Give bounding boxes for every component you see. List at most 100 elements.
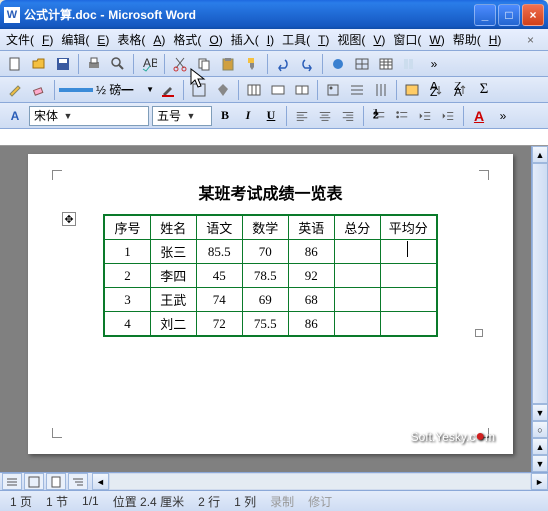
status-record[interactable]: 录制 bbox=[270, 493, 294, 510]
document-title[interactable]: 某班考试成绩一览表 bbox=[58, 180, 483, 204]
autoformat-button[interactable] bbox=[401, 79, 423, 101]
menu-help[interactable]: 帮助(H) bbox=[453, 31, 502, 48]
toolbar-more-icon[interactable]: » bbox=[423, 53, 445, 75]
scroll-left-button[interactable]: ◄ bbox=[92, 473, 109, 490]
sep bbox=[238, 80, 239, 100]
italic-button[interactable]: I bbox=[238, 106, 258, 126]
menu-table[interactable]: 表格(A) bbox=[117, 31, 165, 48]
table-move-handle[interactable]: ✥ bbox=[62, 212, 76, 226]
horizontal-ruler[interactable] bbox=[0, 129, 548, 146]
outline-view-button[interactable] bbox=[68, 473, 88, 490]
close-button[interactable]: × bbox=[522, 4, 544, 26]
menu-insert[interactable]: 插入(I) bbox=[231, 31, 274, 48]
status-track[interactable]: 修订 bbox=[308, 493, 332, 510]
menu-window[interactable]: 窗口(W) bbox=[393, 31, 444, 48]
col-header[interactable]: 姓名 bbox=[150, 215, 196, 240]
next-page-button[interactable]: ▼ bbox=[532, 455, 548, 472]
increase-indent-button[interactable] bbox=[438, 106, 458, 126]
insert-table-button[interactable] bbox=[375, 53, 397, 75]
split-cells-button[interactable] bbox=[291, 79, 313, 101]
sep bbox=[396, 80, 397, 100]
col-header[interactable]: 语文 bbox=[196, 215, 242, 240]
copy-button[interactable] bbox=[193, 53, 215, 75]
toolbar-more-icon[interactable]: » bbox=[492, 105, 514, 127]
print-layout-button[interactable] bbox=[46, 473, 66, 490]
merge-cells-button[interactable] bbox=[267, 79, 289, 101]
spellcheck-button[interactable]: AB bbox=[138, 53, 160, 75]
scroll-right-button[interactable]: ► bbox=[531, 473, 548, 490]
page: ✥ 某班考试成绩一览表 序号 姓名 语文 数学 英语 总分 平均分 1张三85.… bbox=[28, 154, 513, 454]
bold-button[interactable]: B bbox=[215, 106, 235, 126]
menu-tools[interactable]: 工具(T) bbox=[282, 31, 329, 48]
status-col: 1 列 bbox=[234, 493, 256, 510]
table-resize-handle[interactable] bbox=[475, 329, 483, 337]
menu-view[interactable]: 视图(V) bbox=[337, 31, 385, 48]
scroll-thumb[interactable] bbox=[532, 163, 548, 404]
col-header[interactable]: 总分 bbox=[334, 215, 380, 240]
col-header[interactable]: 数学 bbox=[242, 215, 288, 240]
maximize-button[interactable]: □ bbox=[498, 4, 520, 26]
autosum-button[interactable]: Σ bbox=[473, 79, 495, 101]
prev-page-button[interactable]: ▲ bbox=[532, 438, 548, 455]
shading-button[interactable] bbox=[212, 79, 234, 101]
style-icon[interactable]: A bbox=[4, 105, 26, 127]
outside-border-button[interactable] bbox=[188, 79, 210, 101]
menubar-close-icon[interactable]: × bbox=[527, 33, 534, 47]
insert-table2-button[interactable] bbox=[243, 79, 265, 101]
decrease-indent-button[interactable] bbox=[415, 106, 435, 126]
sort-desc-button[interactable]: ZA bbox=[449, 79, 471, 101]
underline-button[interactable]: U bbox=[261, 106, 281, 126]
line-weight-dropdown[interactable]: ½ 磅━ ▼ bbox=[95, 79, 155, 101]
sep bbox=[286, 106, 287, 126]
hscroll-track[interactable] bbox=[109, 473, 531, 490]
open-button[interactable] bbox=[28, 53, 50, 75]
tables-borders-button[interactable] bbox=[351, 53, 373, 75]
columns-button[interactable] bbox=[399, 53, 421, 75]
eraser-button[interactable] bbox=[28, 79, 50, 101]
save-button[interactable] bbox=[52, 53, 74, 75]
col-header[interactable]: 序号 bbox=[104, 215, 150, 240]
undo-button[interactable] bbox=[272, 53, 294, 75]
line-color-swatch[interactable] bbox=[59, 88, 93, 92]
numbering-button[interactable]: 12 bbox=[369, 106, 389, 126]
web-view-button[interactable] bbox=[24, 473, 44, 490]
align-button[interactable] bbox=[322, 79, 344, 101]
hyperlink-button[interactable] bbox=[327, 53, 349, 75]
vertical-scrollbar[interactable]: ▲ ▼ ○ ▲ ▼ bbox=[531, 146, 548, 472]
print-button[interactable] bbox=[83, 53, 105, 75]
horizontal-scrollbar[interactable]: ◄ ► bbox=[92, 473, 548, 490]
distribute-rows-button[interactable] bbox=[346, 79, 368, 101]
col-header[interactable]: 平均分 bbox=[380, 215, 437, 240]
scroll-up-button[interactable]: ▲ bbox=[532, 146, 548, 163]
scroll-down-button[interactable]: ▼ bbox=[532, 404, 548, 421]
distribute-cols-button[interactable] bbox=[370, 79, 392, 101]
draw-table-button[interactable] bbox=[4, 79, 26, 101]
grades-table[interactable]: 序号 姓名 语文 数学 英语 总分 平均分 1张三85.57086 2李四457… bbox=[103, 214, 438, 337]
cut-button[interactable] bbox=[169, 53, 191, 75]
document-scroll[interactable]: ✥ 某班考试成绩一览表 序号 姓名 语文 数学 英语 总分 平均分 1张三85.… bbox=[0, 146, 531, 472]
bullets-button[interactable] bbox=[392, 106, 412, 126]
format-painter-button[interactable] bbox=[241, 53, 263, 75]
standard-toolbar: AB » bbox=[0, 51, 548, 77]
align-right-button[interactable] bbox=[338, 106, 358, 126]
browse-object-button[interactable]: ○ bbox=[532, 421, 548, 438]
minimize-button[interactable]: _ bbox=[474, 4, 496, 26]
new-doc-button[interactable] bbox=[4, 53, 26, 75]
font-color-button[interactable]: A bbox=[469, 106, 489, 126]
align-left-button[interactable] bbox=[292, 106, 312, 126]
font-combo[interactable]: 宋体▼ bbox=[29, 106, 149, 126]
border-color-button[interactable] bbox=[157, 79, 179, 101]
sort-asc-button[interactable]: AZ bbox=[425, 79, 447, 101]
preview-button[interactable] bbox=[107, 53, 129, 75]
menu-format[interactable]: 格式(O) bbox=[173, 31, 222, 48]
redo-button[interactable] bbox=[296, 53, 318, 75]
font-size-combo[interactable]: 五号▼ bbox=[152, 106, 212, 126]
align-center-button[interactable] bbox=[315, 106, 335, 126]
normal-view-button[interactable] bbox=[2, 473, 22, 490]
svg-text:A: A bbox=[454, 85, 462, 98]
menu-edit[interactable]: 编辑(E) bbox=[61, 31, 109, 48]
col-header[interactable]: 英语 bbox=[288, 215, 334, 240]
paste-button[interactable] bbox=[217, 53, 239, 75]
status-line: 2 行 bbox=[198, 493, 220, 510]
menu-file[interactable]: 文件(F) bbox=[6, 31, 53, 48]
